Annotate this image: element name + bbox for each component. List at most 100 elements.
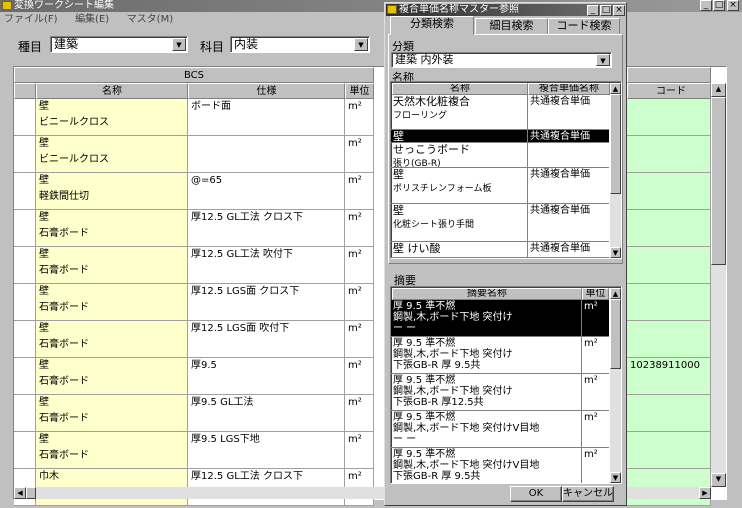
row-unit-cell[interactable]: m² — [345, 395, 374, 432]
name-list-row[interactable]: 壁 けい酸 共通複合単価 — [391, 242, 609, 258]
row-name-cell[interactable]: 壁石膏ボード — [36, 395, 188, 432]
row-name-cell[interactable]: 壁石膏ボード — [36, 432, 188, 469]
row-code-cell[interactable] — [627, 432, 711, 469]
row-name-cell[interactable]: 壁石膏ボード — [36, 321, 188, 358]
summary-row[interactable]: 厚 9.5 準不燃 鋼製,木,ボード下地 突付け 下張GB-R 厚 9.5共 m² — [391, 337, 609, 374]
tab-code-search[interactable]: コード検索 — [548, 18, 620, 34]
grid-hscroll-thumb[interactable] — [26, 487, 36, 499]
maximize-icon[interactable]: □ — [713, 0, 725, 11]
scroll-up-icon[interactable]: ▲ — [610, 288, 621, 299]
dropdown-arrow-icon[interactable]: ▼ — [596, 54, 610, 66]
row-spec-cell[interactable]: 厚9.5 — [188, 358, 345, 395]
grid-header-name[interactable]: 名称 — [36, 83, 188, 99]
tab-category-search[interactable]: 分類検索 — [390, 16, 474, 35]
tab-detail-search[interactable]: 細目検索 — [475, 18, 548, 34]
scroll-down-icon[interactable]: ▼ — [610, 247, 621, 258]
row-selector[interactable] — [14, 321, 36, 358]
summary-row[interactable]: 厚 9.5 準不燃 鋼製,木,ボード下地 突付けー ー m² — [391, 300, 609, 337]
cancel-button[interactable]: キャンセル — [562, 486, 614, 502]
row-selector[interactable] — [14, 173, 36, 210]
summary-header-unit[interactable]: 単位 — [582, 288, 609, 300]
minimize-icon[interactable]: _ — [700, 0, 712, 11]
dropdown-arrow-icon[interactable]: ▼ — [172, 38, 186, 51]
row-unit-cell[interactable]: m² — [345, 432, 374, 469]
row-code-cell[interactable] — [627, 284, 711, 321]
row-unit-cell[interactable]: m² — [345, 358, 374, 395]
row-name-cell[interactable]: 壁石膏ボード — [36, 284, 188, 321]
row-name-cell[interactable]: 壁ビニールクロス — [36, 99, 188, 136]
scroll-up-icon[interactable]: ▲ — [711, 83, 726, 97]
row-spec-cell[interactable]: 厚12.5 LGS面 クロス下 — [188, 284, 345, 321]
row-selector[interactable] — [14, 395, 36, 432]
row-code-cell[interactable]: 10238911000 — [627, 358, 711, 395]
row-spec-cell[interactable]: @=65 — [188, 173, 345, 210]
row-name-cell[interactable]: 壁石膏ボード — [36, 358, 188, 395]
row-unit-cell[interactable]: m² — [345, 321, 374, 358]
category-select[interactable]: 建築 ▼ — [50, 36, 188, 53]
summary-name-line: 厚 9.5 準不燃 — [393, 301, 456, 312]
name-list-scroll-thumb[interactable] — [610, 94, 621, 194]
scroll-left-icon[interactable]: ◀ — [14, 487, 26, 499]
name-list-header-composite[interactable]: 複合単価名称 — [528, 83, 610, 95]
name-list-row[interactable]: せっこうボード 張り(GB-R) — [391, 143, 609, 168]
name-list-header-name[interactable]: 名称 — [392, 83, 528, 95]
summary-row[interactable]: 厚 9.5 準不燃 鋼製,木,ボード下地 突付けV目地 下張GB-R 厚 9.5共 m… — [391, 448, 609, 483]
row-unit-cell[interactable]: m² — [345, 173, 374, 210]
row-name-cell[interactable]: 壁ビニールクロス — [36, 136, 188, 173]
ok-button[interactable]: OK — [510, 486, 562, 502]
row-name-cell[interactable]: 壁石膏ボード — [36, 247, 188, 284]
row-spec-cell[interactable] — [188, 136, 345, 173]
row-code-cell[interactable] — [627, 247, 711, 284]
close-icon[interactable]: × — [727, 0, 739, 11]
row-selector[interactable] — [14, 247, 36, 284]
row-spec-cell[interactable]: 厚9.5 GL工法 — [188, 395, 345, 432]
scroll-right-icon[interactable]: ▶ — [699, 487, 711, 499]
name-list-row[interactable]: 壁ポリスチレンフォーム板 共通複合単価 — [391, 168, 609, 204]
row-code-cell[interactable] — [627, 321, 711, 358]
row-code-cell[interactable] — [627, 136, 711, 173]
row-selector[interactable] — [14, 210, 36, 247]
row-code-cell[interactable] — [627, 173, 711, 210]
scroll-down-icon[interactable]: ▼ — [711, 473, 726, 487]
name-list-row[interactable]: 壁 共通複合単価 — [391, 130, 609, 143]
summary-row[interactable]: 厚 9.5 準不燃 鋼製,木,ボード下地 突付け 下張GB-R 厚12.5共 m² — [391, 374, 609, 411]
row-spec-cell[interactable]: 厚12.5 GL工法 吹付下 — [188, 247, 345, 284]
scroll-down-icon[interactable]: ▼ — [610, 472, 621, 483]
row-selector[interactable] — [14, 432, 36, 469]
grid-header-spec[interactable]: 仕様 — [188, 83, 345, 99]
row-code-cell[interactable] — [627, 395, 711, 432]
name-list-row[interactable]: 壁化粧シート張り手間 共通複合単価 — [391, 204, 609, 242]
summary-scroll-thumb[interactable] — [610, 299, 621, 369]
summary-unit-cell: m² — [584, 338, 598, 349]
menu-edit[interactable]: 編集(E) — [75, 14, 109, 25]
row-code-cell[interactable] — [627, 99, 711, 136]
row-selector[interactable] — [14, 284, 36, 321]
row-selector[interactable] — [14, 136, 36, 173]
summary-row[interactable]: 厚 9.5 準不燃 鋼製,木,ボード下地 突付けV目地ー ー m² — [391, 411, 609, 448]
name-list-row[interactable]: 天然木化粧複合 フローリング 共通複合単価 — [391, 95, 609, 130]
row-selector[interactable] — [14, 99, 36, 136]
dialog-category-select[interactable]: 建築 内外装 ▼ — [391, 52, 612, 68]
menu-master[interactable]: マスタ(M) — [127, 14, 173, 25]
grid-header-code[interactable]: コード — [627, 83, 711, 99]
row-spec-cell[interactable]: ボード面 — [188, 99, 345, 136]
subcategory-select[interactable]: 内装 ▼ — [230, 36, 370, 53]
row-unit-cell[interactable]: m² — [345, 247, 374, 284]
row-spec-cell[interactable]: 厚12.5 GL工法 クロス下 — [188, 210, 345, 247]
dropdown-arrow-icon[interactable]: ▼ — [354, 38, 368, 51]
grid-scroll-thumb[interactable] — [711, 97, 726, 265]
row-selector[interactable] — [14, 358, 36, 395]
grid-header-unit[interactable]: 単位 — [345, 83, 374, 99]
row-spec-cell[interactable]: 厚12.5 LGS面 吹付下 — [188, 321, 345, 358]
scroll-up-icon[interactable]: ▲ — [610, 83, 621, 94]
row-unit-cell[interactable]: m² — [345, 210, 374, 247]
row-unit-cell[interactable]: m² — [345, 99, 374, 136]
row-unit-cell[interactable]: m² — [345, 136, 374, 173]
row-spec-cell[interactable]: 厚9.5 LGS下地 — [188, 432, 345, 469]
summary-header-name[interactable]: 摘要名称 — [392, 288, 582, 300]
row-code-cell[interactable] — [627, 210, 711, 247]
row-name-cell[interactable]: 壁軽鉄間仕切 — [36, 173, 188, 210]
menu-file[interactable]: ファイル(F) — [4, 14, 58, 25]
row-unit-cell[interactable]: m² — [345, 284, 374, 321]
row-name-cell[interactable]: 壁石膏ボード — [36, 210, 188, 247]
